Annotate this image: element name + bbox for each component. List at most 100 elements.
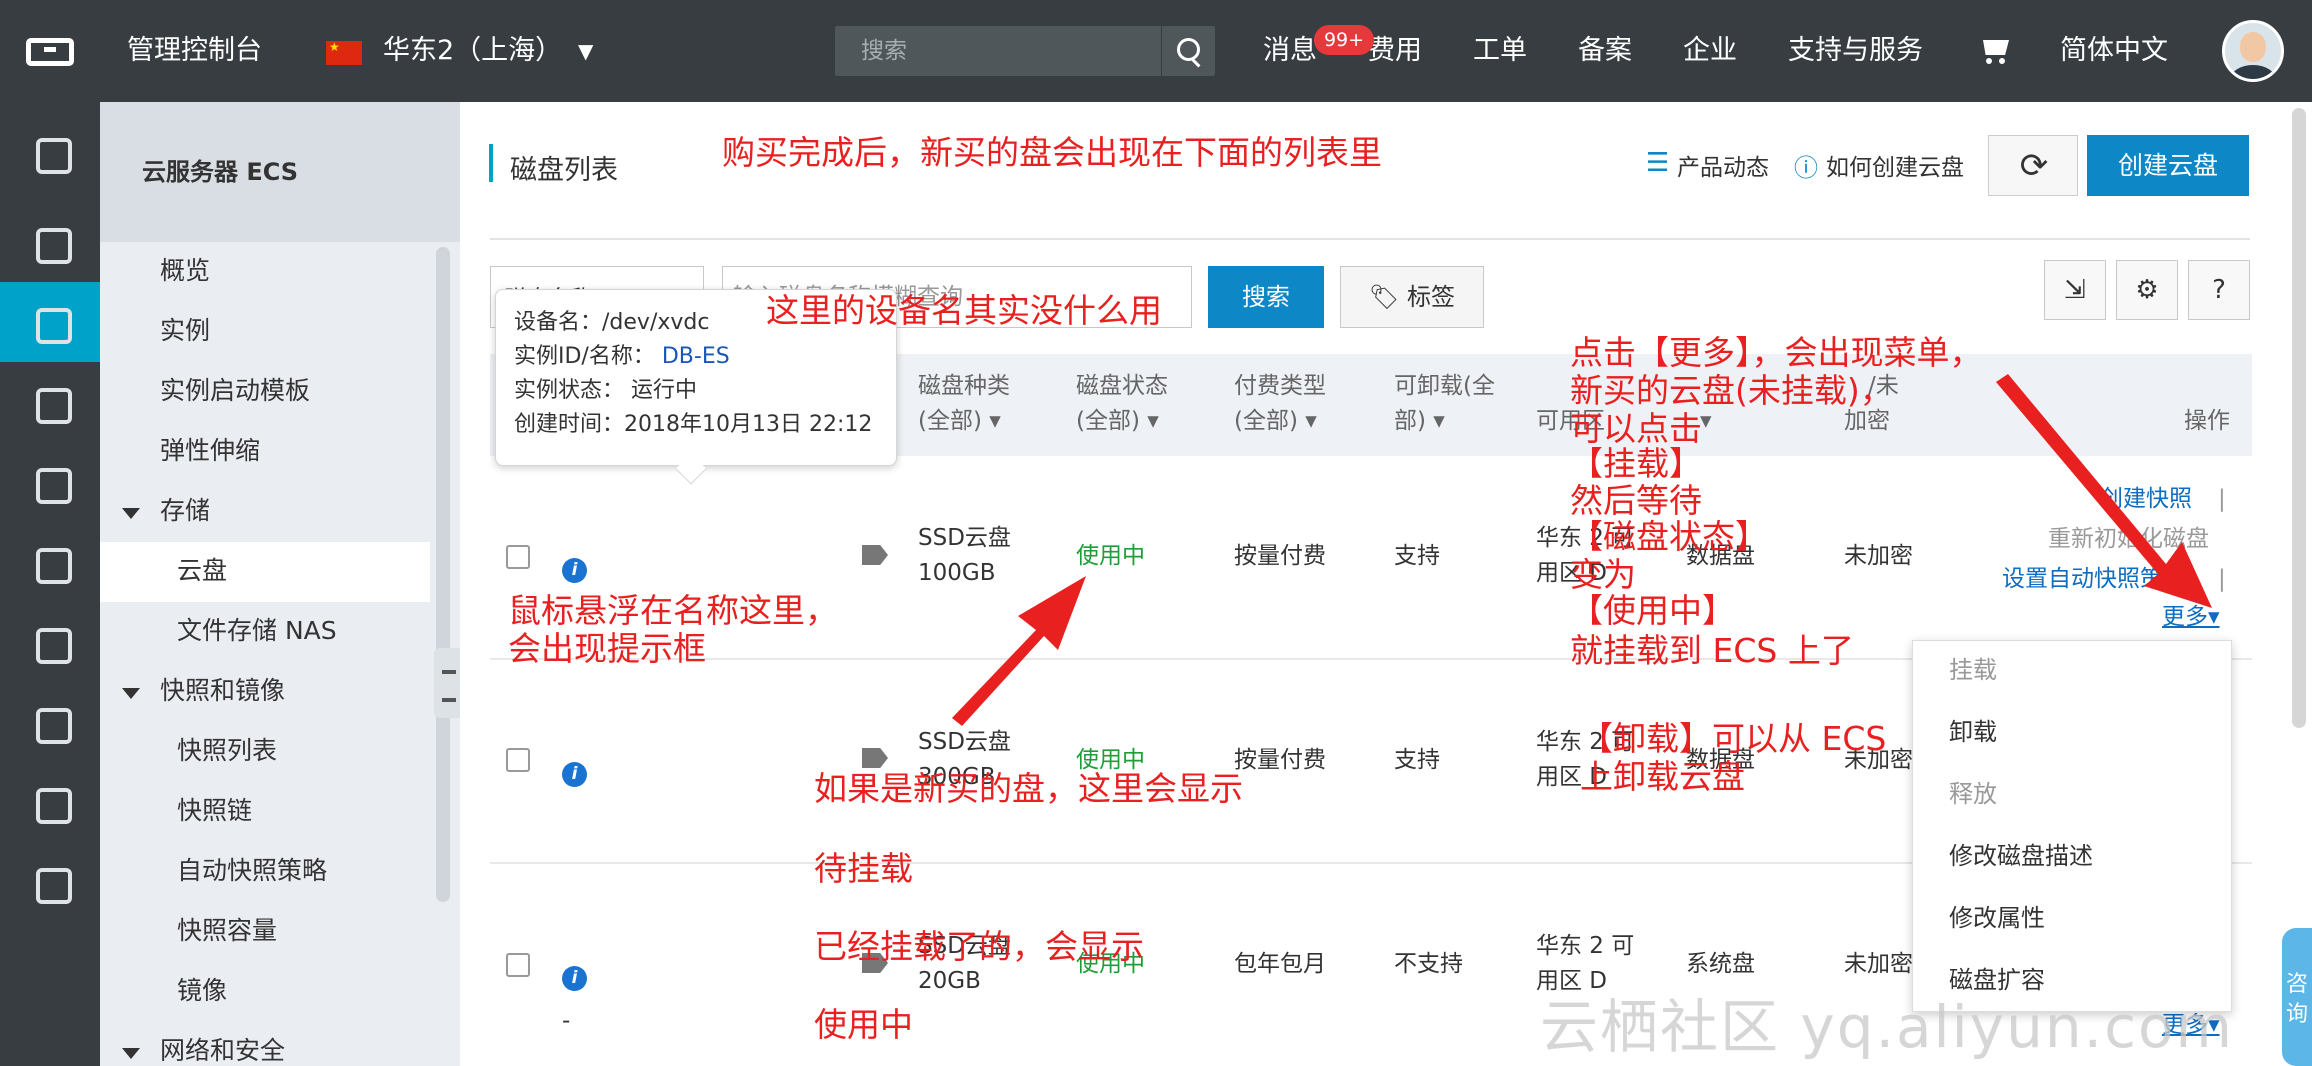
snapshot-caret-icon[interactable] xyxy=(122,688,140,699)
row-1-disk-type: SSD云盘 xyxy=(918,525,1011,551)
console-link[interactable]: 管理控制台 xyxy=(127,0,262,102)
note-device-name: 这里的设备名其实没什么用 xyxy=(766,291,1162,330)
tooltip-instance: 实例ID/名称： DB-ES xyxy=(514,344,730,369)
menu-release[interactable]: 释放 xyxy=(1949,779,1997,809)
top-bar: 管理控制台 华东2（上海） ▼ 搜索 消息 费用 工单 备案 企业 支持与服务 … xyxy=(0,0,2312,102)
row-2-checkbox[interactable] xyxy=(506,748,530,772)
menu-item-disks-selected[interactable] xyxy=(100,542,430,602)
server-icon[interactable] xyxy=(0,282,100,362)
menu-mount[interactable]: 挂载 xyxy=(1949,655,1997,685)
row-2-detach: 支持 xyxy=(1394,747,1440,773)
row-2-info-icon[interactable]: i xyxy=(562,762,587,787)
menu-item-instances[interactable]: 实例 xyxy=(160,316,210,346)
menu-item-nas[interactable]: 文件存储 NAS xyxy=(177,616,337,646)
menu-group-network[interactable]: 网络和安全 xyxy=(160,1036,285,1066)
menu-item-auto-snapshot[interactable]: 自动快照策略 xyxy=(177,856,327,886)
th-disk-type-filter[interactable]: (全部) ▾ xyxy=(918,404,1001,438)
menu-group-storage[interactable]: 存储 xyxy=(160,496,210,526)
nav-fees[interactable]: 费用 xyxy=(1368,0,1422,102)
help-icon[interactable]: ? xyxy=(2188,260,2250,320)
th-detachable-filter[interactable]: 部) ▾ xyxy=(1394,404,1445,438)
search-icon[interactable] xyxy=(1161,26,1215,76)
network-icon[interactable] xyxy=(0,442,100,522)
row-3-checkbox[interactable] xyxy=(506,953,530,977)
note-status-pending: 待挂载 xyxy=(814,849,913,888)
menu-item-images[interactable]: 镜像 xyxy=(177,976,227,1006)
product-grid-icon[interactable] xyxy=(0,112,100,192)
note-unmount-2: 上卸载云盘 xyxy=(1580,757,1745,796)
menu-item-overview[interactable]: 概览 xyxy=(160,256,210,286)
menu-item-launch-template[interactable]: 实例启动模板 xyxy=(160,376,310,406)
search-button[interactable]: 搜索 xyxy=(1208,266,1324,328)
note-more-1: 点击【更多】，会出现菜单， xyxy=(1570,333,1983,372)
th-pay-type[interactable]: 付费类型 xyxy=(1234,369,1326,403)
menu-item-disks[interactable]: 云盘 xyxy=(177,556,227,586)
create-disk-button[interactable]: 创建云盘 xyxy=(2087,135,2249,196)
menu-item-snapshot-capacity[interactable]: 快照容量 xyxy=(177,916,277,946)
avatar[interactable] xyxy=(2222,20,2284,82)
row-1-info-icon[interactable]: i xyxy=(562,558,587,583)
cloud-gear-icon[interactable] xyxy=(0,762,100,842)
cube-icon[interactable] xyxy=(0,202,100,282)
storage-caret-icon[interactable] xyxy=(122,508,140,519)
product-news-link[interactable]: 产品动态 xyxy=(1677,148,1769,182)
th-disk-type[interactable]: 磁盘种类 xyxy=(918,369,1010,403)
page-scrollbar[interactable] xyxy=(2292,108,2306,728)
menu-edit-attributes[interactable]: 修改属性 xyxy=(1949,903,2045,933)
note-unmount-1: 【卸载】可以从 ECS xyxy=(1580,719,1887,758)
language-selector[interactable]: 简体中文 xyxy=(2060,0,2168,102)
nav-support[interactable]: 支持与服务 xyxy=(1788,0,1923,102)
export-icon[interactable]: ⇲ xyxy=(2044,260,2106,320)
menu-scrollbar[interactable] xyxy=(436,247,450,902)
network-caret-icon[interactable] xyxy=(122,1048,140,1059)
top-search[interactable]: 搜索 xyxy=(835,26,1215,76)
note-more-6: 【磁盘状态】 xyxy=(1570,517,1768,556)
tags-button-label: 标签 xyxy=(1407,283,1456,311)
tags-button[interactable]: 🏷 标签 xyxy=(1340,266,1484,328)
side-menu: 云服务器 ECS 概览 实例 实例启动模板 弹性伸缩 存储 云盘 文件存储 NA… xyxy=(100,102,460,1066)
note-hover-1: 鼠标悬浮在名称这里， xyxy=(508,591,838,630)
aliyun-logo-icon[interactable] xyxy=(26,38,74,66)
how-to-create-link[interactable]: 如何创建云盘 xyxy=(1826,148,1964,182)
th-disk-status[interactable]: 磁盘状态 xyxy=(1076,369,1168,403)
row-1-status: 使用中 xyxy=(1076,543,1145,569)
help-circle-icon: ⓘ xyxy=(1794,154,1818,182)
note-more-9: 就挂载到 ECS 上了 xyxy=(1570,631,1854,670)
menu-edit-description[interactable]: 修改磁盘描述 xyxy=(1949,841,2093,871)
gear-icon[interactable]: ⚙ xyxy=(2116,260,2178,320)
row-3-dash: - xyxy=(562,1008,571,1034)
messages-link[interactable]: 消息 xyxy=(1263,0,1317,102)
top-search-input[interactable]: 搜索 xyxy=(861,26,907,76)
cloud-monitor-icon[interactable] xyxy=(0,522,100,602)
menu-group-snapshots[interactable]: 快照和镜像 xyxy=(160,676,285,706)
menu-item-snapshot-chain[interactable]: 快照链 xyxy=(177,796,252,826)
globe-icon[interactable] xyxy=(0,602,100,682)
row-1-detach: 支持 xyxy=(1394,543,1440,569)
status-arrow-icon xyxy=(952,576,1086,726)
nav-filing[interactable]: 备案 xyxy=(1578,0,1632,102)
menu-unmount[interactable]: 卸载 xyxy=(1949,717,1997,747)
cloud-upload-icon[interactable] xyxy=(0,362,100,442)
menu-item-snapshot-list[interactable]: 快照列表 xyxy=(177,736,277,766)
row-3-info-icon[interactable]: i xyxy=(562,966,587,991)
nav-enterprise[interactable]: 企业 xyxy=(1683,0,1737,102)
tooltip-instance-link[interactable]: DB-ES xyxy=(662,344,730,369)
aliyun-small-icon[interactable] xyxy=(0,842,100,922)
note-status-new: 如果是新买的盘，这里会显示 xyxy=(814,769,1243,808)
collapse-menu-icon[interactable] xyxy=(434,648,462,718)
th-detachable[interactable]: 可卸载(全 xyxy=(1394,369,1495,403)
nav-tickets[interactable]: 工单 xyxy=(1473,0,1527,102)
note-more-2: 新买的云盘(未挂载)， xyxy=(1570,371,1893,410)
chat-icon[interactable] xyxy=(0,682,100,762)
row-1-checkbox[interactable] xyxy=(506,545,530,569)
menu-item-autoscaling[interactable]: 弹性伸缩 xyxy=(160,436,260,466)
th-disk-status-filter[interactable]: (全部) ▾ xyxy=(1076,404,1159,438)
consult-button[interactable]: 咨询 xyxy=(2282,928,2312,1066)
th-pay-type-filter[interactable]: (全部) ▾ xyxy=(1234,404,1317,438)
region-selector[interactable]: 华东2（上海） xyxy=(383,0,562,102)
region-caret-icon[interactable]: ▼ xyxy=(578,0,593,102)
row-3-zone: 华东 2 可 xyxy=(1536,933,1635,959)
cart-icon[interactable] xyxy=(1978,38,2012,64)
refresh-button[interactable] xyxy=(1988,135,2079,197)
row-1-encrypt: 未加密 xyxy=(1844,543,1913,569)
